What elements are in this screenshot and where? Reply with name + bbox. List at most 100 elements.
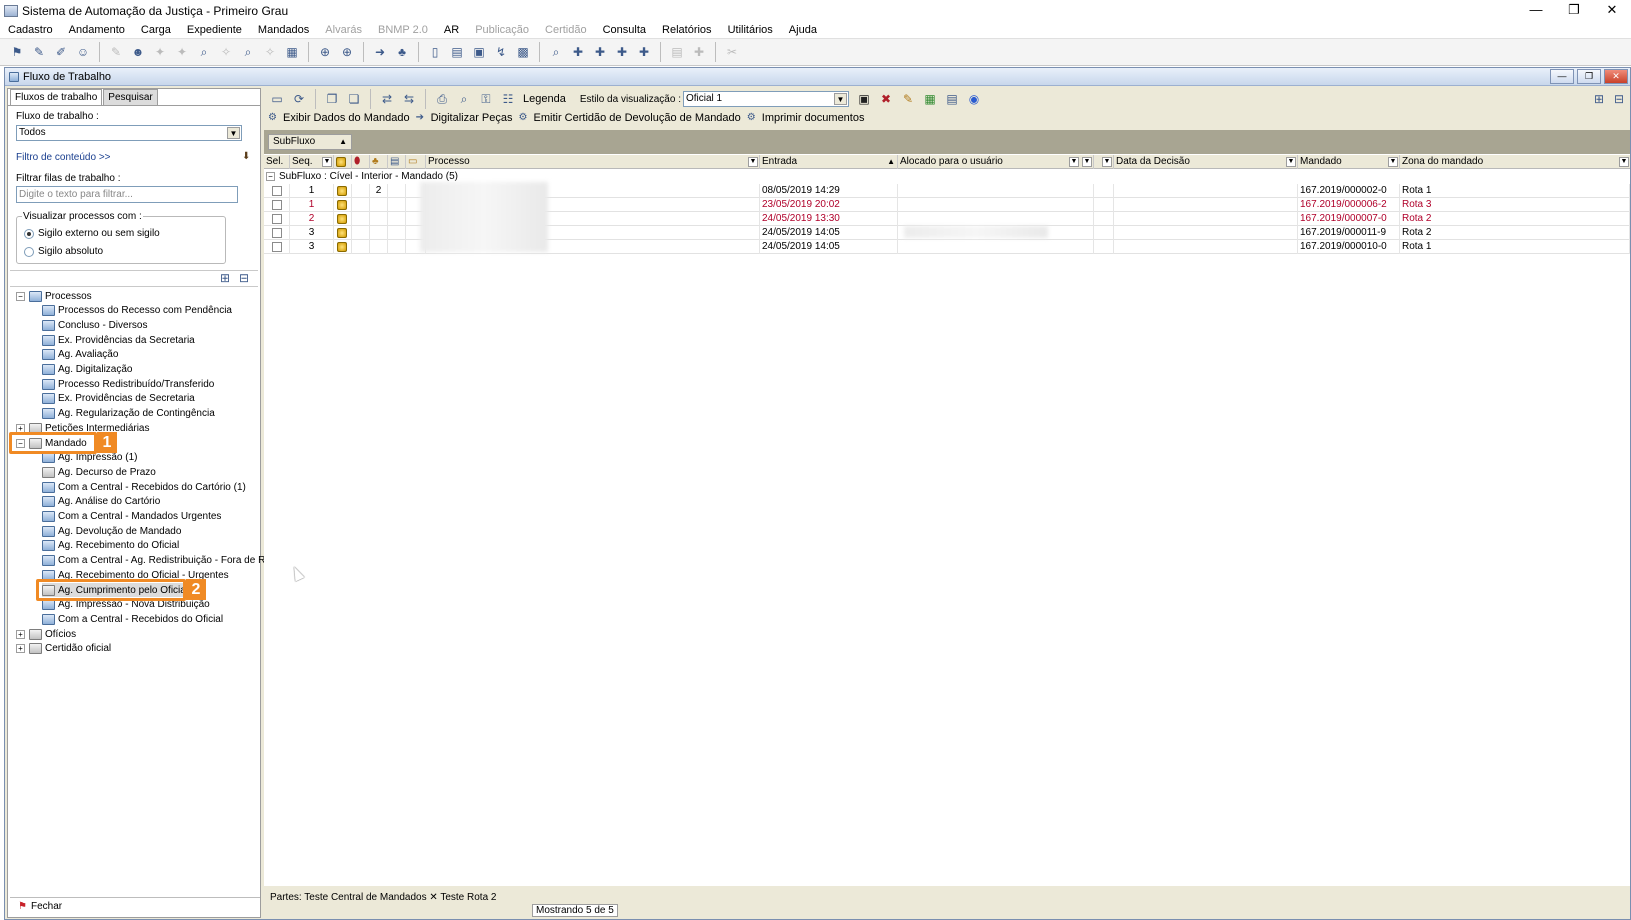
radio-unchecked-icon[interactable] [24,246,34,257]
tree-item[interactable]: Ex. Providências da Secretaria [42,333,195,347]
row-checkbox[interactable] [272,186,282,196]
tree-item[interactable]: Processo Redistribuído/Transferido [42,377,214,391]
lock-icon[interactable]: ⚿ [477,90,495,108]
chevron-down-icon[interactable]: ▼ [834,93,847,105]
search-arrow-icon[interactable]: ✚ [569,43,587,61]
col-icon-docs[interactable]: ▤ [388,155,406,169]
menu-item[interactable]: Cadastro [0,24,61,36]
filtrar-input[interactable]: Digite o texto para filtrar... [16,186,238,203]
menu-item[interactable]: Utilitários [720,24,781,36]
find-icon[interactable]: ⌕ [547,43,565,61]
tab-pesquisar[interactable]: Pesquisar [103,89,158,105]
process-icon[interactable]: ✎ [30,43,48,61]
expand-all-icon[interactable]: ⊞ [220,271,230,285]
expand-all-icon[interactable]: ⊞ [1590,90,1608,108]
col-mandado[interactable]: Mandado ▼ [1298,155,1400,169]
legend-icon[interactable]: ☷ [499,90,517,108]
fluxo-select[interactable]: Todos ▼ [16,125,242,141]
col-icon-urgent[interactable]: ⬮ [352,155,370,169]
menu-item[interactable]: Carga [133,24,179,36]
menu-item[interactable]: Ajuda [781,24,825,36]
radio-sigilo-absoluto[interactable]: Sigilo absoluto [24,246,103,257]
row-checkbox[interactable] [272,242,282,252]
documents-icon[interactable]: ▤ [448,43,466,61]
chevron-down-icon[interactable]: ▼ [1619,157,1629,167]
menu-item[interactable]: AR [436,24,467,36]
chevron-down-icon[interactable]: ▼ [1286,157,1296,167]
excel-icon[interactable]: ▦ [921,90,939,108]
tree-node-certidao[interactable]: + Certidão oficial [16,642,111,656]
document-search-icon[interactable]: ▣ [470,43,488,61]
menu-item[interactable]: Relatórios [654,24,720,36]
tree-item[interactable]: Com a Central - Recebidos do Cartório (1… [42,480,246,494]
search-person-icon[interactable]: ⌕ [239,43,257,61]
child-minimize-button[interactable]: — [1550,69,1574,84]
radio-sigilo-externo[interactable]: Sigilo externo ou sem sigilo [24,228,160,239]
expand-icon[interactable]: + [16,629,25,639]
refresh-icon[interactable]: ⟳ [290,90,308,108]
document-icon[interactable]: ▯ [426,43,444,61]
collapse-icon[interactable]: − [266,172,275,181]
action-scan[interactable]: ➔ Digitalizar Peças [416,112,513,124]
tree-node-processos[interactable]: − Processos [16,289,92,303]
col-decisao[interactable]: Data da Decisão ▼ [1114,155,1298,169]
tree-item[interactable]: Ag. Digitalização [42,363,132,377]
cell-sel[interactable] [264,212,290,226]
group-chip-subfluxo[interactable]: SubFluxo ▲ [268,134,352,150]
tab-fluxos[interactable]: Fluxos de trabalho [10,89,103,106]
minimize-button[interactable]: — [1517,0,1555,22]
col-icon-setup[interactable] [334,155,352,169]
expand-icon[interactable]: + [16,644,25,654]
action-print[interactable]: ⚙ Imprimir documentos [747,112,865,124]
tree-item[interactable]: Ag. Recebimento do Oficial [42,539,179,553]
collapse-all-icon[interactable]: ⊟ [239,271,249,285]
collapse-all-icon[interactable]: ⊟ [1610,90,1628,108]
search-arrow-icon[interactable]: ✚ [635,43,653,61]
add-icon[interactable]: ⊕ [316,43,334,61]
child-restore-button[interactable]: ❐ [1577,69,1601,84]
col-icon-alert[interactable]: ▼ [1094,155,1114,169]
fechar-icon[interactable]: ⚑ [18,901,27,912]
flag-icon[interactable]: ⚑ [8,43,26,61]
chevron-down-icon[interactable]: ▼ [227,127,240,139]
delete-icon[interactable]: ✖ [877,90,895,108]
tree-item[interactable]: Ag. Regularização de Contingência [42,407,215,421]
cell-sel[interactable] [264,184,290,198]
radio-checked-icon[interactable] [24,228,34,239]
globe-icon[interactable]: ◉ [965,90,983,108]
row-checkbox[interactable] [272,214,282,224]
row-checkbox[interactable] [272,228,282,238]
chevron-down-icon[interactable]: ▼ [748,157,758,167]
filtro-conteudo-link[interactable]: Filtro de conteúdo >> [16,152,111,163]
col-seq[interactable]: Seq. ▼ [290,155,334,169]
col-entrada[interactable]: Entrada ▲ [760,155,898,169]
edit-icon[interactable]: ✐ [52,43,70,61]
row-checkbox[interactable] [272,200,282,210]
move-alt-icon[interactable]: ⇆ [400,90,418,108]
chevron-down-icon[interactable]: ▼ [1082,157,1092,167]
menu-item[interactable]: Andamento [61,24,133,36]
group-icon[interactable]: ♣ [393,43,411,61]
action-certificate[interactable]: ⚙ Emitir Certidão de Devolução de Mandado [519,112,741,124]
move-icon[interactable]: ⇄ [378,90,396,108]
fechar-button[interactable]: Fechar [31,901,62,912]
pencil-icon[interactable]: ✎ [899,90,917,108]
child-close-button[interactable]: ✕ [1604,69,1628,84]
tree-item[interactable]: Ex. Providências de Secretaria [42,392,195,406]
col-icon-user[interactable]: ♣ [370,155,388,169]
cell-sel[interactable] [264,226,290,240]
legenda-button[interactable]: Legenda [523,93,566,105]
tree-item[interactable]: Ag. Decurso de Prazo [42,465,156,479]
tree-item[interactable]: Com a Central - Recebidos do Oficial [42,612,223,626]
calculator-icon[interactable]: ▦ [283,43,301,61]
pin-icon[interactable]: ⬇ [242,151,250,162]
chevron-down-icon[interactable]: ▼ [1388,157,1398,167]
zoom-icon[interactable]: ⌕ [195,43,213,61]
document-check-icon[interactable]: ▩ [514,43,532,61]
chevron-down-icon[interactable]: ▼ [1102,157,1112,167]
tree-node-oficios[interactable]: + Ofícios [16,627,76,641]
person-icon[interactable]: ☻ [129,43,147,61]
estilo-select[interactable]: Oficial 1 ▼ [683,91,849,107]
col-zona[interactable]: Zona do mandado ▼ [1400,155,1630,169]
search-arrow-icon[interactable]: ✚ [613,43,631,61]
